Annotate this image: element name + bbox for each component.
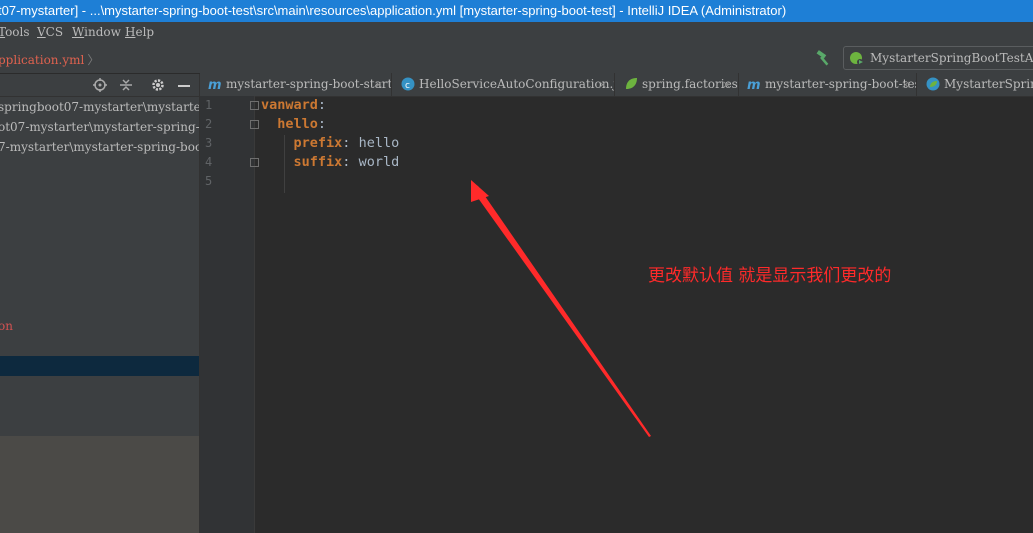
- annotation-arrow-icon: [471, 180, 651, 437]
